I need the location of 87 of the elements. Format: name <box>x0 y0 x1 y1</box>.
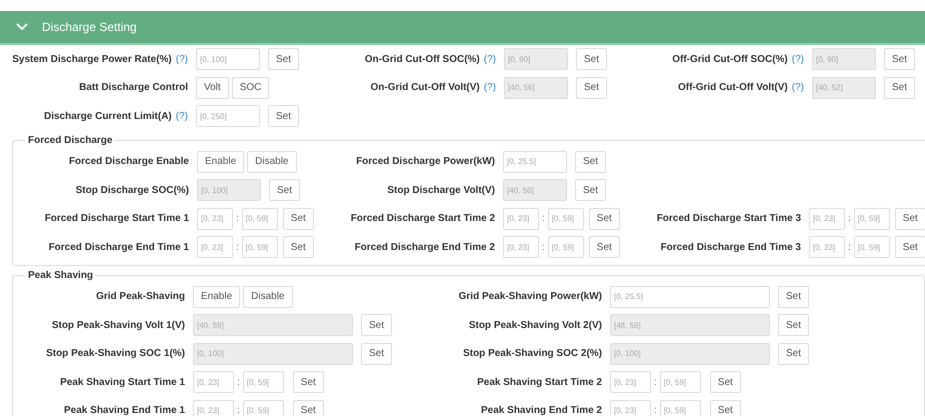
set-button[interactable]: Set <box>588 236 620 258</box>
input-field[interactable]: [0, 23] <box>197 208 233 230</box>
field-label: Peak Shaving Start Time 1 <box>60 376 185 390</box>
set-button[interactable]: Set <box>292 400 324 416</box>
toggle-button[interactable]: Volt <box>196 76 229 99</box>
set-button[interactable]: Set <box>778 286 810 308</box>
field-label: Stop Discharge Volt(V) <box>387 184 495 198</box>
field-label: Forced Discharge End Time 3 <box>660 240 801 255</box>
field-label: Forced Discharge Enable <box>68 155 189 170</box>
set-button[interactable]: Set <box>575 150 606 173</box>
field-label: Stop Peak-Shaving SOC 2(%) <box>463 347 602 362</box>
time-separator: : <box>235 212 240 226</box>
input-field[interactable]: [0, 59] <box>242 236 278 258</box>
input-field[interactable]: [0, 250] <box>196 105 260 128</box>
set-button[interactable]: Set <box>268 105 300 128</box>
set-button[interactable]: Set <box>894 208 925 230</box>
field-label: Forced Discharge End Time 1 <box>48 240 189 255</box>
field-label: On-Grid Cut-Off Volt(V) <box>370 81 480 96</box>
field-label: Peak Shaving End Time 1 <box>64 404 185 416</box>
time-separator: : <box>541 240 546 255</box>
field-label: Forced Discharge End Time 2 <box>354 240 495 255</box>
field-label: Grid Peak-Shaving Power(kW) <box>458 290 602 304</box>
input-field[interactable]: [0, 59] <box>242 400 284 416</box>
input-field[interactable]: [0, 23] <box>193 371 234 394</box>
field-label: System Discharge Power Rate(%) <box>12 52 172 67</box>
field-label: Forced Discharge Start Time 3 <box>656 212 801 226</box>
time-separator: : <box>235 240 240 255</box>
field-label: Stop Peak-Shaving SOC 1(%) <box>46 347 185 362</box>
field-label: Batt Discharge Control <box>79 81 188 96</box>
set-button[interactable]: Set <box>292 371 324 394</box>
field-label: Forced Discharge Power(kW) <box>356 155 495 170</box>
help-link[interactable]: (?) <box>176 52 188 67</box>
toggle-button[interactable]: Enable <box>193 286 240 308</box>
set-button[interactable]: Set <box>710 400 741 416</box>
input-field[interactable]: [0, 59] <box>660 400 701 416</box>
set-button[interactable]: Set <box>894 236 925 258</box>
field-label: Peak Shaving Start Time 2 <box>477 376 602 390</box>
toggle-button[interactable]: Enable <box>197 150 244 173</box>
input-field[interactable]: [0, 59] <box>242 371 284 394</box>
input-field[interactable]: [0, 23] <box>503 236 539 258</box>
time-separator: : <box>236 376 241 390</box>
section-title: Peak Shaving <box>27 268 94 282</box>
input-field[interactable]: [0, 23] <box>503 208 539 230</box>
input-field[interactable]: [0, 59] <box>548 236 584 258</box>
input-field[interactable]: [0, 59] <box>548 208 584 230</box>
time-separator: : <box>653 404 658 416</box>
set-button[interactable]: Set <box>282 236 314 258</box>
set-button[interactable]: Set <box>268 48 300 70</box>
section-title: Discharge Setting <box>42 19 137 36</box>
input-field[interactable]: [0, 23] <box>809 208 845 230</box>
field-label: Stop Peak-Shaving Volt 2(V) <box>468 318 602 333</box>
field-label: Off-Grid Cut-Off Volt(V) <box>678 81 788 96</box>
input-field[interactable]: [0, 23] <box>610 371 651 394</box>
set-button[interactable]: Set <box>710 371 741 394</box>
input-field[interactable]: [0, 59] <box>242 208 278 230</box>
input-field[interactable]: [0, 25.5] <box>503 150 567 173</box>
field-label: Forced Discharge Start Time 1 <box>44 212 189 226</box>
field-label: On-Grid Cut-Off SOC(%) <box>364 52 480 67</box>
input-field[interactable]: [0, 59] <box>660 371 701 394</box>
input-field[interactable]: [0, 25.5] <box>610 286 770 308</box>
field-label: Forced Discharge Start Time 2 <box>350 212 495 226</box>
time-separator: : <box>541 212 546 226</box>
input-field[interactable]: [0, 23] <box>610 400 651 416</box>
toggle-button[interactable]: SOC <box>232 76 270 99</box>
toggle-button[interactable]: Disable <box>247 150 296 173</box>
input-field[interactable]: [0, 100] <box>196 48 260 70</box>
time-separator: : <box>653 376 658 390</box>
input-field[interactable]: [0, 59] <box>854 208 890 230</box>
input-field[interactable]: [0, 23] <box>197 236 233 258</box>
time-separator: : <box>847 212 852 226</box>
set-button[interactable]: Set <box>282 208 314 230</box>
field-label: Peak Shaving End Time 2 <box>481 404 602 416</box>
chevron-icon <box>16 23 28 31</box>
field-label: Stop Peak-Shaving Volt 1(V) <box>52 318 185 333</box>
set-button[interactable]: Set <box>588 208 620 230</box>
input-field[interactable]: [0, 23] <box>809 236 845 258</box>
time-separator: : <box>236 404 241 416</box>
toggle-button[interactable]: Disable <box>243 286 292 308</box>
input-field[interactable]: [0, 23] <box>193 400 234 416</box>
field-label: Grid Peak-Shaving <box>96 290 185 304</box>
field-label: Off-Grid Cut-Off SOC(%) <box>672 52 788 67</box>
field-label: Discharge Current Limit(A) <box>44 110 172 124</box>
section-title: Forced Discharge <box>27 134 114 148</box>
input-field[interactable]: [0, 59] <box>854 236 890 258</box>
help-link[interactable]: (?) <box>176 108 188 124</box>
time-separator: : <box>847 240 852 255</box>
field-label: Stop Discharge SOC(%) <box>76 184 189 198</box>
